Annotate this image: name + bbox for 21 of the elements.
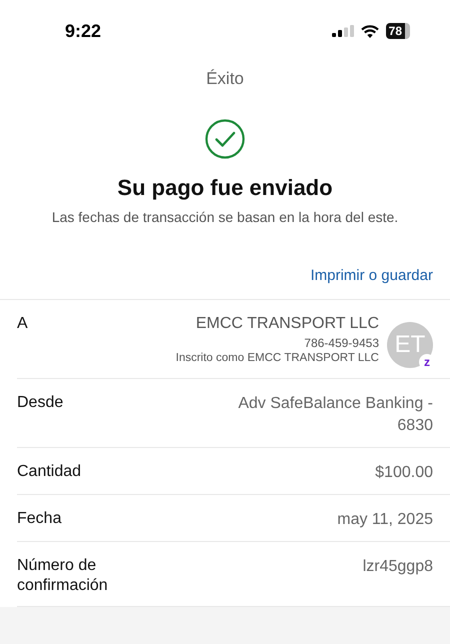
timezone-note: Las fechas de transacción se basan en la hora del este. — [52, 209, 398, 225]
screen-title: Éxito — [205, 69, 245, 89]
confirmation-heading: Su pago fue enviado — [117, 175, 333, 201]
detail-label: Fecha — [17, 509, 62, 529]
check-circle-icon — [205, 119, 245, 159]
signal-icon — [332, 25, 354, 37]
print-or-save-link[interactable]: Imprimir o guardar — [310, 267, 433, 299]
enrolled-name: Inscrito como EMCC TRANSPORT LLC — [174, 351, 379, 366]
recipient-name: EMCC TRANSPORT LLC — [196, 314, 379, 334]
detail-value: may 11, 2025 — [336, 510, 433, 530]
detail-label: A — [17, 314, 29, 334]
detail-label: Número de confirmación — [17, 556, 109, 596]
detail-value: Adv SafeBalance Banking - 6830 — [237, 394, 433, 436]
detail-label: Desde — [17, 393, 64, 413]
detail-value: $100.00 — [374, 463, 433, 483]
detail-label: Cantidad — [17, 462, 82, 482]
wifi-icon — [360, 24, 379, 38]
recipient-phone: 786-459-9453 — [304, 336, 379, 351]
detail-value: lzr45ggp8 — [362, 557, 433, 577]
status-time: 9:22 — [65, 20, 102, 42]
battery-level: 78 — [386, 23, 410, 39]
